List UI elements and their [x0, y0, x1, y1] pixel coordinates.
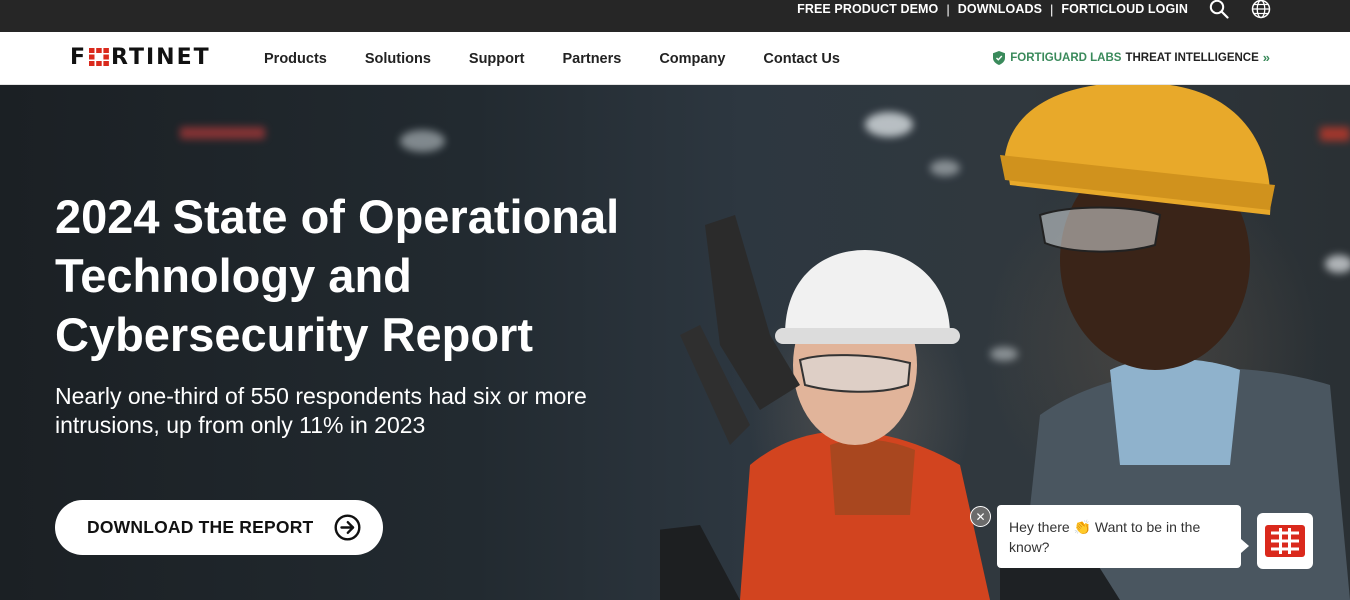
hero-title: 2024 State of Operational Technology and…: [55, 190, 620, 361]
nav-item-products[interactable]: Products: [264, 51, 327, 67]
chat-message-text: Hey there 👏 Want to be in the know?: [1009, 519, 1201, 555]
utility-links: FREE PRODUCT DEMO | DOWNLOADS | FORTICLO…: [797, 0, 1188, 18]
forticloud-login-link[interactable]: FORTICLOUD LOGIN: [1061, 2, 1188, 16]
nav-item-company[interactable]: Company: [659, 51, 725, 67]
download-report-label: DOWNLOAD THE REPORT: [87, 517, 314, 537]
download-report-button[interactable]: DOWNLOAD THE REPORT: [55, 500, 383, 555]
nav-item-solutions[interactable]: Solutions: [365, 51, 431, 67]
worker-white-helmet-illustration: [660, 215, 990, 600]
fortiguard-threat-intel-link[interactable]: FORTIGUARD LABS THREAT INTELLIGENCE »: [993, 50, 1270, 65]
fortinet-chat-icon: [1265, 525, 1305, 557]
chat-message-bubble[interactable]: Hey there 👏 Want to be in the know?: [997, 505, 1249, 568]
main-navigation: F RTINET Products Solutions Support Part…: [0, 32, 1350, 85]
logo-text-left: F: [70, 44, 88, 70]
utility-bar: FREE PRODUCT DEMO | DOWNLOADS | FORTICLO…: [0, 0, 1350, 32]
double-chevron-icon: »: [1262, 50, 1270, 65]
nav-item-partners[interactable]: Partners: [562, 51, 621, 67]
logo-text-right: RTINET: [111, 44, 211, 70]
separator: |: [1050, 1, 1054, 17]
free-product-demo-link[interactable]: FREE PRODUCT DEMO: [797, 2, 938, 16]
chat-close-button[interactable]: ✕: [970, 506, 991, 527]
fortinet-logo[interactable]: F RTINET: [70, 44, 211, 70]
nav-item-support[interactable]: Support: [469, 51, 525, 67]
chat-launcher-button[interactable]: [1257, 513, 1313, 569]
search-icon[interactable]: [1208, 0, 1230, 20]
nav-menu: Products Solutions Support Partners Comp…: [264, 32, 878, 85]
hero-subtitle: Nearly one-third of 550 respondents had …: [55, 383, 587, 438]
globe-icon[interactable]: [1250, 0, 1272, 20]
downloads-link[interactable]: DOWNLOADS: [958, 2, 1042, 16]
fortiguard-labs-label: FORTIGUARD LABS: [1010, 51, 1122, 64]
arrow-circle-right-icon: [334, 514, 361, 541]
logo-grid-icon: [89, 48, 109, 66]
nav-item-contact-us[interactable]: Contact Us: [763, 51, 840, 67]
shield-icon: [993, 50, 1006, 65]
separator: |: [946, 1, 950, 17]
threat-intelligence-label: THREAT INTELLIGENCE: [1125, 51, 1259, 64]
